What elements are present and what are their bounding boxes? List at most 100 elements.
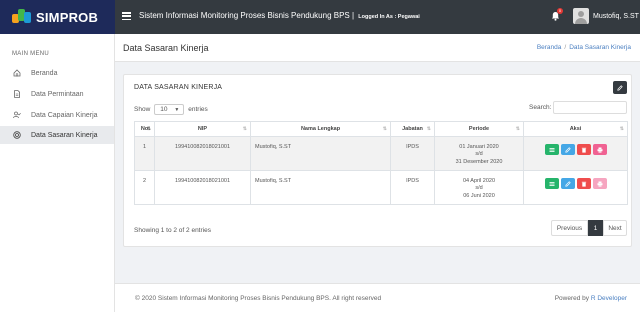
sort-icon: ⇅ bbox=[146, 126, 151, 132]
sidebar-menu-title: MAIN MENU bbox=[12, 51, 50, 57]
breadcrumb-current: Data Sasaran Kinerja bbox=[569, 44, 631, 51]
app-title: Sistem Informasi Monitoring Proses Bisni… bbox=[139, 11, 420, 20]
view-button[interactable] bbox=[544, 178, 559, 189]
sort-icon: ⇅ bbox=[382, 126, 387, 132]
periode-end: 06 Juni 2020 bbox=[463, 192, 495, 199]
view-button[interactable] bbox=[544, 144, 559, 155]
column-header-periode[interactable]: Periode ⇅ bbox=[434, 121, 524, 137]
pencil-icon bbox=[564, 146, 571, 153]
sidebar-item-label: Data Permintaan bbox=[31, 90, 84, 98]
periode-start: 01 Januari 2020 bbox=[459, 144, 499, 150]
list-icon bbox=[549, 147, 554, 152]
column-label: Periode bbox=[468, 126, 490, 132]
periode-end: 31 Desember 2020 bbox=[455, 158, 503, 165]
delete-button[interactable] bbox=[576, 178, 591, 189]
logged-in-label: Logged In As : Pegawai bbox=[358, 14, 420, 20]
sort-icon: ⇅ bbox=[515, 126, 520, 132]
breadcrumb: Beranda / Data Sasaran Kinerja bbox=[537, 44, 631, 51]
column-label: Jabatan bbox=[402, 126, 423, 132]
cell-nama: Mustofiq, S.ST bbox=[250, 170, 391, 205]
sort-icon: ⇅ bbox=[426, 126, 431, 132]
periode-start: 04 April 2020 bbox=[462, 178, 496, 184]
edit-button[interactable] bbox=[560, 178, 575, 189]
cell-periode: 04 April 2020 s/d 06 Juni 2020 bbox=[434, 170, 524, 205]
developer-link[interactable]: R Developer bbox=[591, 295, 627, 302]
cell-no: 1 bbox=[134, 136, 155, 171]
top-navbar: SIMPROB Sistem Informasi Monitoring Pros… bbox=[0, 0, 640, 34]
previous-button[interactable]: Previous bbox=[551, 220, 588, 236]
cell-nip: 199410082018021001 bbox=[154, 170, 251, 205]
column-label: NIP bbox=[197, 126, 208, 132]
avatar[interactable] bbox=[573, 8, 589, 24]
card-title: DATA SASARAN KINERJA bbox=[134, 84, 223, 91]
entries-select[interactable]: 10 ▼ bbox=[154, 104, 185, 115]
powered-by-label: Powered by bbox=[554, 295, 590, 302]
sort-icon: ⇅ bbox=[242, 126, 247, 132]
brand[interactable]: SIMPROB bbox=[0, 0, 115, 34]
print-button[interactable] bbox=[592, 144, 607, 155]
edit-button[interactable] bbox=[560, 144, 575, 155]
sidebar-item-label: Data Sasaran Kinerja bbox=[31, 131, 98, 139]
sasaran-table: No ⇅ NIP ⇅ Nama Lengkap ⇅ Jabatan ⇅ Periode ⇅… bbox=[134, 121, 628, 205]
breadcrumb-home-link[interactable]: Beranda bbox=[537, 44, 562, 51]
column-header-aksi[interactable]: Aksi ⇅ bbox=[523, 121, 628, 137]
entries-select-value: 10 bbox=[160, 106, 168, 113]
page-title: Data Sasaran Kinerja bbox=[123, 43, 209, 53]
target-icon bbox=[13, 131, 21, 139]
pagination: Previous 1 Next bbox=[551, 220, 627, 236]
home-icon bbox=[13, 69, 21, 77]
periode-separator: s/d bbox=[475, 151, 483, 158]
entries-label: entries bbox=[188, 106, 208, 113]
chevron-down-icon: ▼ bbox=[174, 107, 180, 113]
add-edit-button[interactable] bbox=[613, 81, 627, 94]
column-label: Aksi bbox=[569, 126, 582, 132]
search-input[interactable] bbox=[553, 101, 627, 114]
breadcrumb-separator: / bbox=[564, 44, 567, 51]
cell-no: 2 bbox=[134, 170, 155, 205]
pencil-icon bbox=[564, 180, 571, 187]
printer-icon bbox=[597, 181, 602, 187]
print-button[interactable] bbox=[592, 178, 607, 189]
column-header-no[interactable]: No ⇅ bbox=[134, 121, 155, 137]
copyright-text: © 2020 Sistem Informasi Monitoring Prose… bbox=[135, 295, 382, 302]
show-label: Show bbox=[134, 106, 151, 113]
footer: © 2020 Sistem Informasi Monitoring Prose… bbox=[115, 283, 640, 312]
table-row: 1 199410082018021001 Mustofiq, S.ST IPDS… bbox=[134, 136, 628, 171]
table-row: 2 199410082018021001 Mustofiq, S.ST IPDS… bbox=[134, 170, 628, 205]
delete-button[interactable] bbox=[576, 144, 591, 155]
trash-icon bbox=[581, 147, 586, 153]
table-info: Showing 1 to 2 of 2 entries bbox=[134, 227, 211, 234]
column-header-jabatan[interactable]: Jabatan ⇅ bbox=[390, 121, 435, 137]
cell-periode: 01 Januari 2020 s/d 31 Desember 2020 bbox=[434, 136, 524, 171]
cell-jabatan: IPDS bbox=[390, 170, 435, 205]
sidebar-item-data-permintaan[interactable]: Data Permintaan bbox=[0, 85, 114, 103]
list-icon bbox=[549, 181, 554, 186]
cell-aksi bbox=[523, 170, 628, 205]
printer-icon bbox=[597, 147, 602, 153]
sidebar-item-label: Beranda bbox=[31, 69, 58, 77]
column-label: Nama Lengkap bbox=[300, 126, 341, 132]
powered-by: Powered by R Developer bbox=[555, 295, 627, 302]
trash-icon bbox=[581, 181, 586, 187]
column-header-nip[interactable]: NIP ⇅ bbox=[154, 121, 251, 137]
sidebar-item-beranda[interactable]: Beranda bbox=[0, 64, 114, 82]
brand-name: SIMPROB bbox=[36, 9, 99, 25]
next-button[interactable]: Next bbox=[603, 220, 627, 236]
pencil-icon bbox=[617, 84, 623, 91]
sidebar-item-label: Data Capaian Kinerja bbox=[31, 111, 98, 119]
cell-nama: Mustofiq, S.ST bbox=[250, 136, 391, 171]
user-name[interactable]: Mustofiq, S.ST bbox=[593, 13, 639, 20]
column-header-nama[interactable]: Nama Lengkap ⇅ bbox=[250, 121, 391, 137]
menu-toggle-icon[interactable] bbox=[122, 12, 131, 21]
search-label: Search: bbox=[529, 104, 552, 111]
notification-badge: 0 bbox=[557, 8, 563, 14]
app-title-text: Sistem Informasi Monitoring Proses Bisni… bbox=[139, 11, 355, 20]
sidebar-item-data-capaian-kinerja[interactable]: Data Capaian Kinerja bbox=[0, 106, 114, 124]
content-header: Data Sasaran Kinerja Beranda / Data Sasara… bbox=[115, 34, 640, 62]
bps-logo-icon bbox=[12, 9, 32, 25]
page-1-button[interactable]: 1 bbox=[588, 220, 603, 236]
cell-aksi bbox=[523, 136, 628, 171]
cell-nip: 199410082018021001 bbox=[154, 136, 251, 171]
sort-icon: ⇅ bbox=[619, 126, 624, 132]
sidebar-item-data-sasaran-kinerja[interactable]: Data Sasaran Kinerja bbox=[0, 126, 114, 144]
